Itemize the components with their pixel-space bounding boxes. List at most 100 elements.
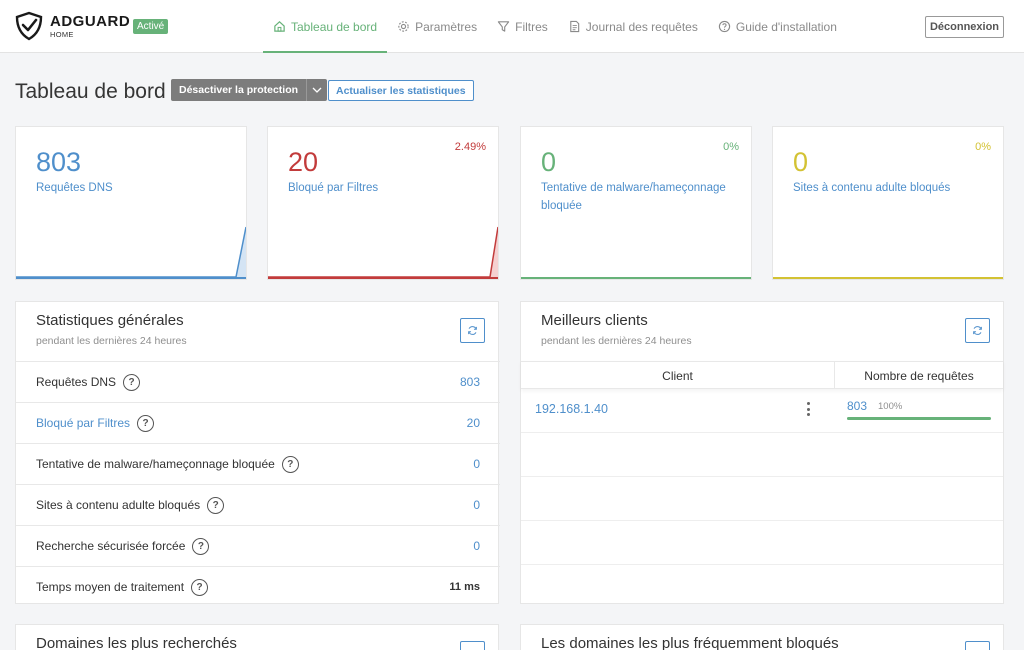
help-icon[interactable]: ? [192, 537, 210, 555]
stat-row-label-text[interactable]: Bloqué par Filtres [36, 416, 130, 430]
malware-blocked-baseline [521, 277, 751, 279]
nav-setup-guide-label: Guide d'installation [735, 19, 837, 34]
stat-row-blocked-filters: Bloqué par Filtres? 20 [16, 402, 500, 443]
nav-dashboard[interactable]: Tableau de bord [263, 0, 388, 53]
dns-queries-sparkline [16, 226, 246, 279]
adult-blocked-value: 0 [793, 147, 809, 177]
top-blocked-domains-panel: Les domaines les plus fréquemment bloqué… [520, 624, 1004, 650]
logout-button[interactable]: Déconnexion [925, 16, 1004, 38]
client-share-bar-track [847, 417, 991, 420]
stat-row-value: 0 [473, 498, 480, 512]
general-statistics-panel: Statistiques générales pendant les derni… [15, 301, 500, 607]
client-ip-link[interactable]: 192.168.1.40 [535, 402, 608, 416]
stat-row-adult-sites: Sites à contenu adulte bloqués? 0 [16, 484, 500, 525]
nav-setup-guide[interactable]: Guide d'installation [708, 0, 847, 53]
client-share-bar-fill [847, 417, 991, 420]
general-statistics-subtitle: pendant les dernières 24 heures [36, 335, 187, 347]
stat-row-value: 0 [473, 457, 480, 471]
main-nav: Tableau de bord Paramètres Filtres Journ… [263, 0, 847, 53]
top-blocked-domains-title: Les domaines les plus fréquemment bloqué… [541, 635, 839, 650]
client-request-count: 803 [847, 399, 868, 413]
home-icon [274, 21, 285, 32]
general-statistics-title: Statistiques générales [36, 312, 184, 329]
adult-blocked-label: Sites à contenu adulte bloqués [793, 182, 951, 194]
disable-protection-label[interactable]: Désactiver la protection [171, 79, 308, 101]
nav-settings-label: Paramètres [415, 19, 478, 34]
disable-protection-button[interactable]: Désactiver la protection [171, 79, 328, 101]
stat-row-label-text: Requêtes DNS [36, 375, 117, 389]
blocked-filters-sparkline [268, 226, 498, 279]
column-header-requests[interactable]: Nombre de requêtes [834, 362, 1003, 389]
dns-queries-card: 803 Requêtes DNS [15, 126, 247, 280]
general-statistics-refresh-button[interactable] [460, 318, 485, 343]
client-request-percent: 100% [878, 401, 903, 412]
top-domains-title: Domaines les plus recherchés [36, 635, 237, 650]
help-icon[interactable]: ? [137, 414, 155, 432]
nav-query-log-label: Journal des requêtes [585, 19, 698, 34]
document-icon [570, 20, 580, 33]
refresh-icon [973, 326, 982, 335]
stat-row-label-text: Recherche sécurisée forcée [36, 539, 186, 553]
help-icon [718, 20, 731, 33]
stat-row-safe-search: Recherche sécurisée forcée? 0 [16, 525, 500, 566]
stat-row-label-text: Sites à contenu adulte bloqués [36, 498, 201, 512]
stat-row-dns-queries: Requêtes DNS? 803 [16, 361, 500, 402]
table-row-empty [521, 477, 1003, 521]
table-row-empty [521, 521, 1003, 565]
nav-query-log[interactable]: Journal des requêtes [558, 0, 708, 53]
status-badge: Activé [133, 19, 169, 34]
stat-row-label-text: Temps moyen de traitement [36, 580, 185, 594]
refresh-icon [468, 326, 477, 335]
brand-name: ADGUARD HOME [50, 14, 130, 39]
blocked-filters-card: 2.49% 20 Bloqué par Filtres [267, 126, 499, 280]
brand-title: ADGUARD [50, 13, 131, 30]
malware-blocked-percent: 0% [723, 141, 739, 153]
brand-subtitle: HOME [50, 30, 74, 39]
stat-row-value: 20 [466, 416, 480, 430]
top-blocked-domains-refresh-button[interactable] [965, 641, 990, 650]
dns-queries-baseline [16, 277, 246, 279]
stat-row-value: 0 [473, 539, 480, 553]
stat-row-avg-time: Temps moyen de traitement? 11 ms [16, 566, 500, 607]
stat-row-label: Temps moyen de traitement? [36, 578, 209, 596]
gear-icon [398, 21, 409, 32]
nav-filters[interactable]: Filtres [487, 0, 558, 53]
adguard-shield-logo[interactable] [14, 11, 44, 41]
stat-row-label: Tentative de malware/hameçonnage bloquée… [36, 455, 299, 473]
malware-blocked-value: 0 [541, 147, 557, 177]
stat-row-value: 11 ms [449, 581, 480, 593]
stat-row-label[interactable]: Bloqué par Filtres? [36, 414, 155, 432]
column-header-client[interactable]: Client [521, 369, 834, 383]
clients-table-header: Client Nombre de requêtes [521, 361, 1003, 389]
help-icon[interactable]: ? [207, 496, 225, 514]
dns-queries-label: Requêtes DNS [36, 182, 113, 194]
stat-row-label: Sites à contenu adulte bloqués? [36, 496, 225, 514]
top-clients-panel: Meilleurs clients pendant les dernières … [520, 301, 1004, 604]
top-clients-refresh-button[interactable] [965, 318, 990, 343]
table-row-empty [521, 433, 1003, 477]
adult-blocked-baseline [773, 277, 1003, 279]
row-menu-icon[interactable] [803, 399, 813, 419]
top-clients-subtitle: pendant les dernières 24 heures [541, 335, 692, 347]
protection-dropdown-toggle[interactable] [307, 79, 327, 101]
nav-dashboard-label: Tableau de bord [291, 19, 378, 34]
malware-blocked-card: 0% 0 Tentative de malware/hameçonnage bl… [520, 126, 752, 280]
blocked-filters-value: 20 [288, 147, 319, 177]
blocked-filters-baseline [268, 277, 498, 279]
stat-row-value: 803 [459, 375, 480, 389]
top-clients-title: Meilleurs clients [541, 312, 648, 329]
filter-icon [497, 21, 510, 32]
top-domains-panel: Domaines les plus recherchés [15, 624, 499, 650]
page-title: Tableau de bord [15, 80, 166, 103]
nav-settings[interactable]: Paramètres [387, 0, 487, 53]
top-domains-refresh-button[interactable] [460, 641, 485, 650]
malware-blocked-label: Tentative de malware/hameçonnage bloquée [541, 182, 726, 212]
stat-row-label: Requêtes DNS? [36, 373, 141, 391]
top-header: ADGUARD HOME Activé Tableau de bord Para… [0, 0, 1024, 53]
help-icon[interactable]: ? [123, 373, 141, 391]
stat-row-label-text: Tentative de malware/hameçonnage bloquée [36, 457, 275, 471]
help-icon[interactable]: ? [191, 578, 209, 596]
nav-filters-label: Filtres [515, 19, 548, 34]
help-icon[interactable]: ? [281, 455, 299, 473]
refresh-statistics-button[interactable]: Actualiser les statistiques [328, 80, 474, 101]
